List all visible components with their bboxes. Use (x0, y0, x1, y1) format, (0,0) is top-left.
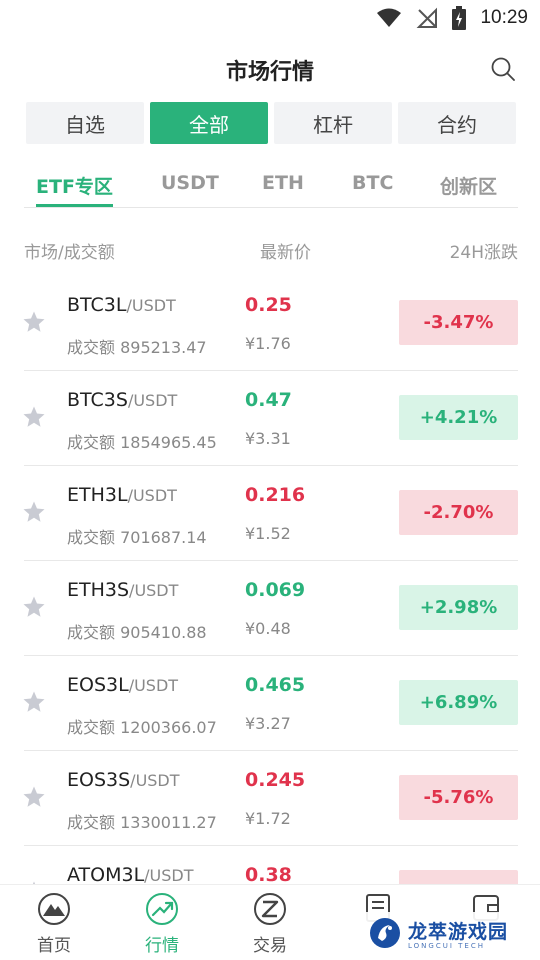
latest-price: 0.069 (245, 579, 306, 601)
pair-quote: /USDT (144, 866, 194, 885)
subtab-usdt[interactable]: USDT (161, 172, 219, 194)
cny-price: ¥0.48 (245, 619, 291, 638)
nav-home-label: 首页 (37, 936, 71, 956)
subtab-eth[interactable]: ETH (262, 172, 304, 194)
watermark: 龙萃游戏园 LONGCUI TECH (364, 912, 516, 954)
favorite-star-icon[interactable] (22, 405, 46, 429)
status-time: 10:29 (480, 7, 528, 28)
market-row[interactable]: EOS3L/USDT 成交额 1200366.07 0.465 ¥3.27 +6.89% (0, 656, 540, 751)
sub-tabs: ETF专区 USDT ETH BTC 创新区 (24, 170, 518, 208)
change-badge[interactable]: -3.47% (399, 300, 518, 345)
change-badge[interactable]: +6.89% (399, 680, 518, 725)
nav-home[interactable]: 首页 (0, 891, 108, 956)
volume-text: 成交额 1330011.27 (67, 813, 217, 832)
pair-quote: /USDT (127, 486, 177, 505)
latest-price: 0.245 (245, 769, 306, 791)
pair-base: ATOM3L (67, 864, 145, 886)
status-bar: 10:29 (0, 0, 540, 36)
subtab-btc[interactable]: BTC (352, 172, 393, 194)
change-badge[interactable]: +2.98% (399, 585, 518, 630)
cny-price: ¥3.27 (245, 714, 291, 733)
change-badge[interactable]: -2.70% (399, 490, 518, 535)
pair-base: ETH3L (67, 484, 128, 506)
cny-price: ¥1.76 (245, 334, 291, 353)
favorite-star-icon[interactable] (22, 595, 46, 619)
battery-charging-icon (452, 6, 467, 30)
market-row[interactable]: EOS3S/USDT 成交额 1330011.27 0.245 ¥1.72 -5.76% (0, 751, 540, 846)
watermark-main-text: 龙萃游戏园 (408, 920, 509, 943)
latest-price: 0.47 (245, 389, 292, 411)
header: 市场行情 (0, 44, 540, 94)
market-trend-icon (146, 893, 178, 925)
tab-contract[interactable]: 合约 (398, 102, 516, 144)
pair-quote: /USDT (130, 771, 180, 790)
page-title: 市场行情 (225, 60, 314, 85)
change-badge[interactable]: +4.21% (399, 395, 518, 440)
favorite-star-icon[interactable] (22, 690, 46, 714)
tab-favorites[interactable]: 自选 (26, 102, 144, 144)
pair-name: ETH3S/USDT (67, 579, 178, 601)
favorite-star-icon[interactable] (22, 785, 46, 809)
latest-price: 0.216 (245, 484, 306, 506)
pair-name: ETH3L/USDT (67, 484, 177, 506)
pair-name: ATOM3L/USDT (67, 864, 194, 886)
latest-price: 0.25 (245, 294, 292, 316)
pair-base: BTC3S (67, 389, 128, 411)
market-row[interactable]: BTC3L/USDT 成交额 895213.47 0.25 ¥1.76 -3.47% (0, 276, 540, 371)
col-latest-price[interactable]: 最新价 (260, 238, 311, 263)
wifi-icon (377, 8, 402, 27)
pair-base: BTC3L (67, 294, 127, 316)
market-list: BTC3L/USDT 成交额 895213.47 0.25 ¥1.76 -3.47% BT… (0, 276, 540, 941)
pair-name: BTC3S/USDT (67, 389, 177, 411)
subtab-etf-zone[interactable]: ETF专区 (36, 172, 113, 207)
pair-base: EOS3S (67, 769, 131, 791)
cny-price: ¥1.72 (245, 809, 291, 828)
favorite-star-icon[interactable] (22, 500, 46, 524)
volume-text: 成交额 1200366.07 (67, 718, 217, 737)
change-badge[interactable]: -5.76% (399, 775, 518, 820)
volume-text: 成交额 701687.14 (67, 528, 207, 547)
pair-name: EOS3L/USDT (67, 674, 178, 696)
trade-icon (254, 893, 286, 925)
pair-base: EOS3L (67, 674, 129, 696)
cny-price: ¥3.31 (245, 429, 291, 448)
tab-all[interactable]: 全部 (150, 102, 268, 144)
col-market: 市场/成交额 (24, 243, 115, 263)
column-header: 市场/成交额 最新价 24H涨跌 (24, 238, 518, 263)
market-row[interactable]: BTC3S/USDT 成交额 1854965.45 0.47 ¥3.31 +4.21% (0, 371, 540, 466)
nav-trade[interactable]: 交易 (216, 891, 324, 956)
no-signal-icon (417, 7, 438, 28)
cny-price: ¥1.52 (245, 524, 291, 543)
pair-quote: /USDT (128, 676, 179, 695)
pair-name: BTC3L/USDT (67, 294, 176, 316)
top-tabs: 自选 全部 杠杆 合约 (26, 102, 516, 144)
volume-text: 成交额 905410.88 (67, 623, 207, 642)
pair-quote: /USDT (129, 581, 179, 600)
home-mountain-icon (38, 893, 70, 925)
latest-price: 0.38 (245, 864, 292, 886)
pair-quote: /USDT (127, 391, 178, 410)
tab-margin[interactable]: 杠杆 (274, 102, 392, 144)
subtab-innovation[interactable]: 创新区 (440, 172, 497, 199)
nav-market[interactable]: 行情 (108, 891, 216, 956)
pair-quote: /USDT (126, 296, 176, 315)
col-24h-change[interactable]: 24H涨跌 (450, 238, 518, 263)
volume-text: 成交额 895213.47 (67, 338, 207, 357)
latest-price: 0.465 (245, 674, 306, 696)
volume-text: 成交额 1854965.45 (67, 433, 217, 452)
market-row[interactable]: ETH3L/USDT 成交额 701687.14 0.216 ¥1.52 -2.70% (0, 466, 540, 561)
nav-market-label: 行情 (145, 936, 179, 956)
nav-trade-label: 交易 (253, 936, 287, 956)
market-row[interactable]: ETH3S/USDT 成交额 905410.88 0.069 ¥0.48 +2.98% (0, 561, 540, 656)
search-icon[interactable] (490, 56, 516, 82)
watermark-logo-icon (370, 918, 400, 948)
favorite-star-icon[interactable] (22, 310, 46, 334)
pair-name: EOS3S/USDT (67, 769, 180, 791)
pair-base: ETH3S (67, 579, 130, 601)
